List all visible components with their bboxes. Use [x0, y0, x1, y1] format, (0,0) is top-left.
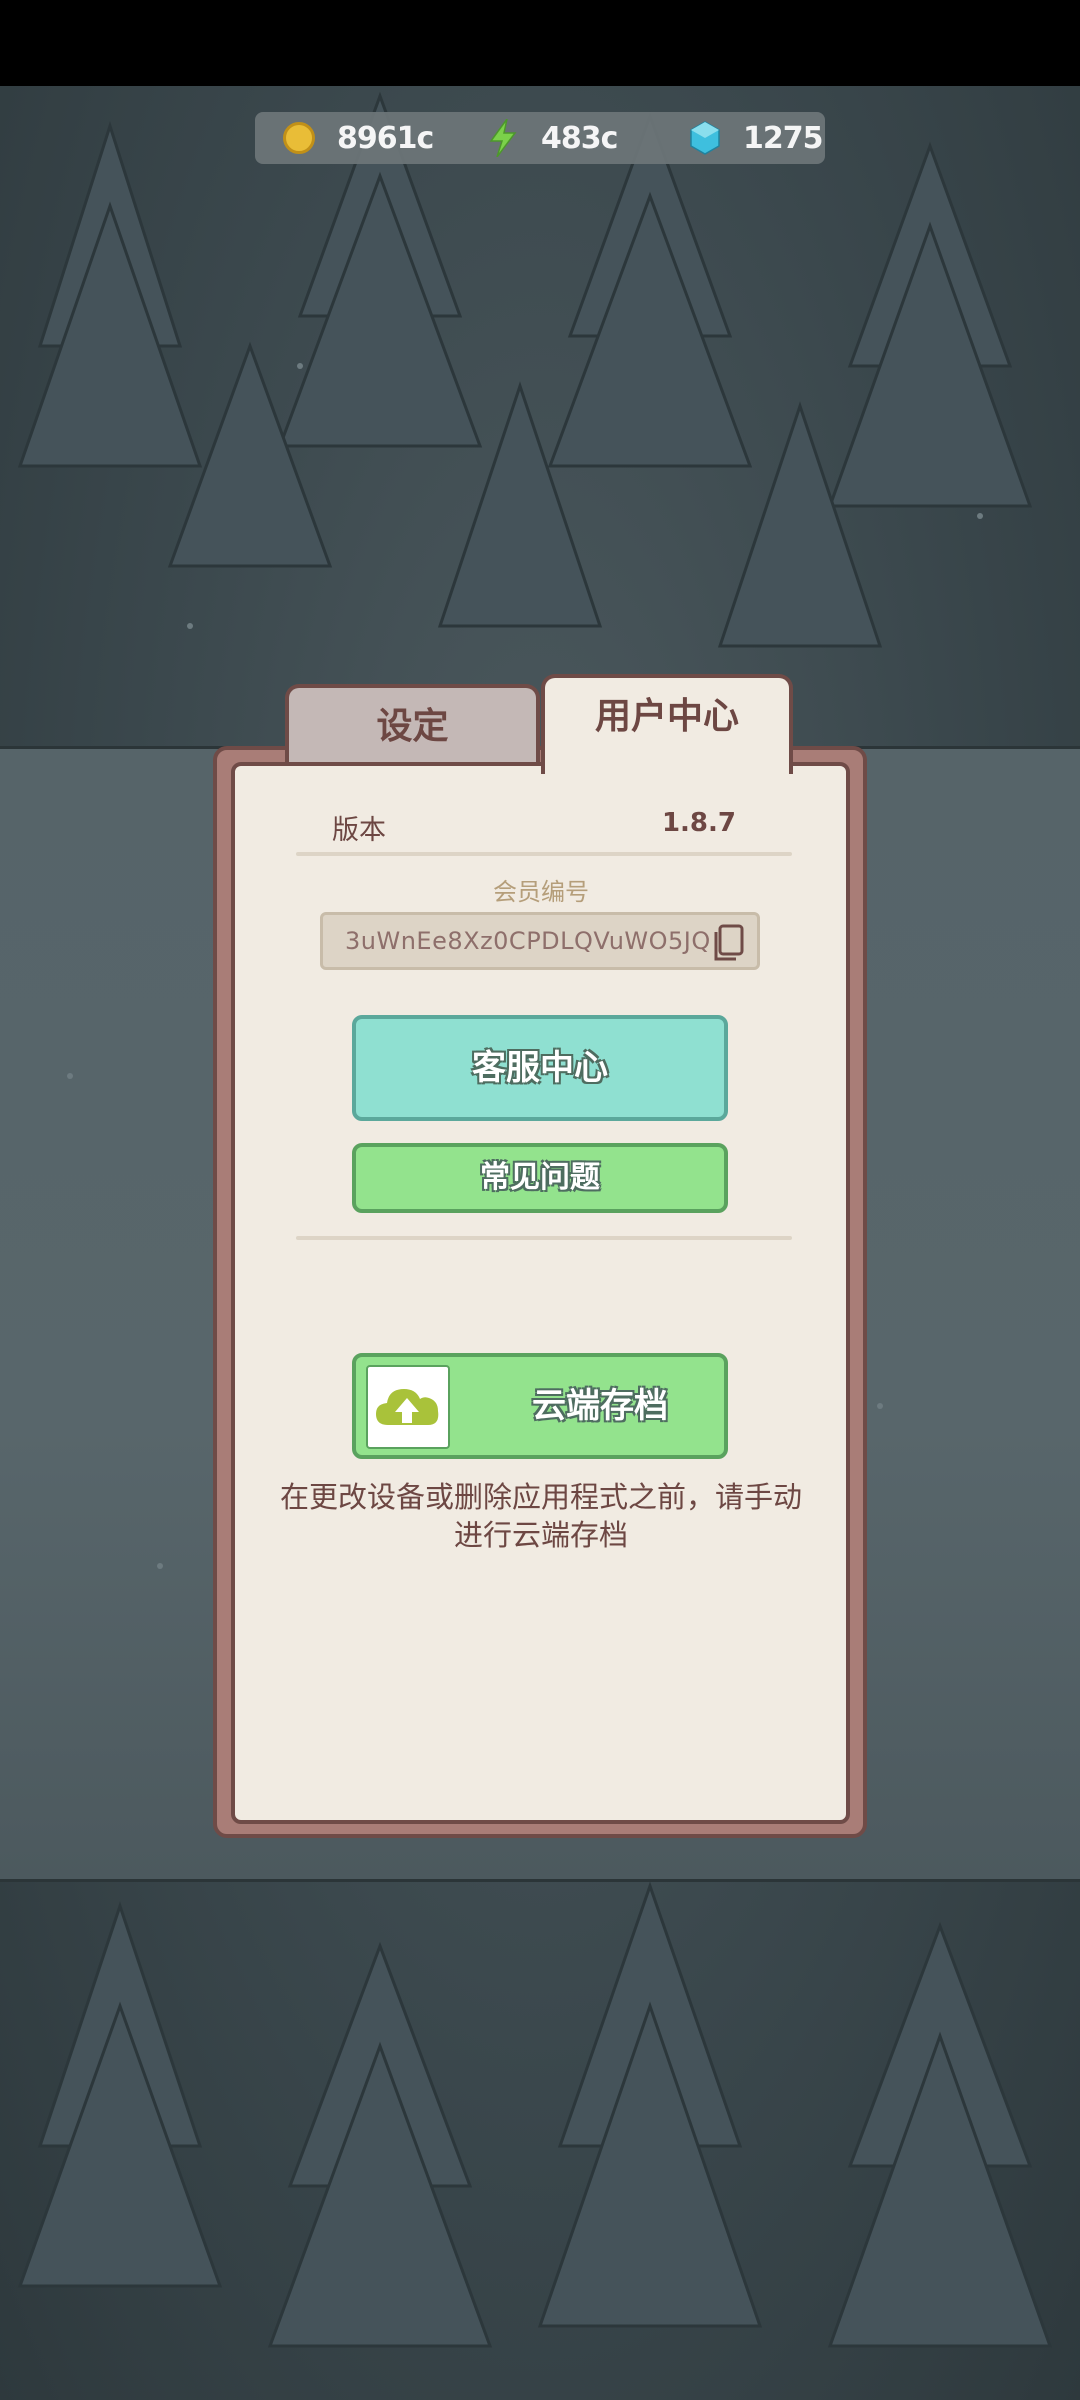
coins-value: 8961c [337, 120, 434, 156]
cloud-save-label: 云端存档 [532, 1386, 668, 1426]
energy-counter: 483c [487, 112, 618, 164]
energy-icon [489, 119, 517, 157]
tab-settings[interactable]: 设定 [285, 684, 540, 766]
cloud-upload-icon-box [366, 1365, 450, 1449]
gems-value: 1275 [743, 120, 823, 156]
copy-icon[interactable] [711, 923, 747, 963]
divider [296, 852, 792, 856]
version-label: 版本 [332, 815, 386, 846]
energy-value: 483c [541, 120, 618, 156]
cloud-upload-icon [376, 1389, 439, 1425]
member-id-field: 3uWnEe8Xz0CPDLQVuWO5JQ [320, 912, 760, 970]
customer-service-button[interactable]: 客服中心 [352, 1015, 728, 1121]
faq-button[interactable]: 常见问题 [352, 1143, 728, 1213]
gems-counter: 1275 [689, 112, 823, 164]
coins-counter: 8961c [283, 112, 434, 164]
member-id-value: 3uWnEe8Xz0CPDLQVuWO5JQ [345, 927, 711, 955]
cloud-save-notice: 在更改设备或删除应用程式之前，请手动进行云端存档 [279, 1480, 802, 1552]
currency-bar: 8961c 483c 1275 [255, 112, 825, 164]
member-id-label: 会员编号 [493, 878, 589, 906]
divider [296, 1236, 792, 1240]
gem-icon [690, 121, 720, 155]
coin-icon [283, 122, 315, 154]
tab-user-center[interactable]: 用户中心 [541, 674, 793, 774]
cloud-save-button[interactable]: 云端存档 [352, 1353, 728, 1459]
version-value: 1.8.7 [661, 808, 736, 838]
status-bar [0, 0, 1080, 86]
version-row: 版本 1.8.7 [296, 800, 792, 852]
